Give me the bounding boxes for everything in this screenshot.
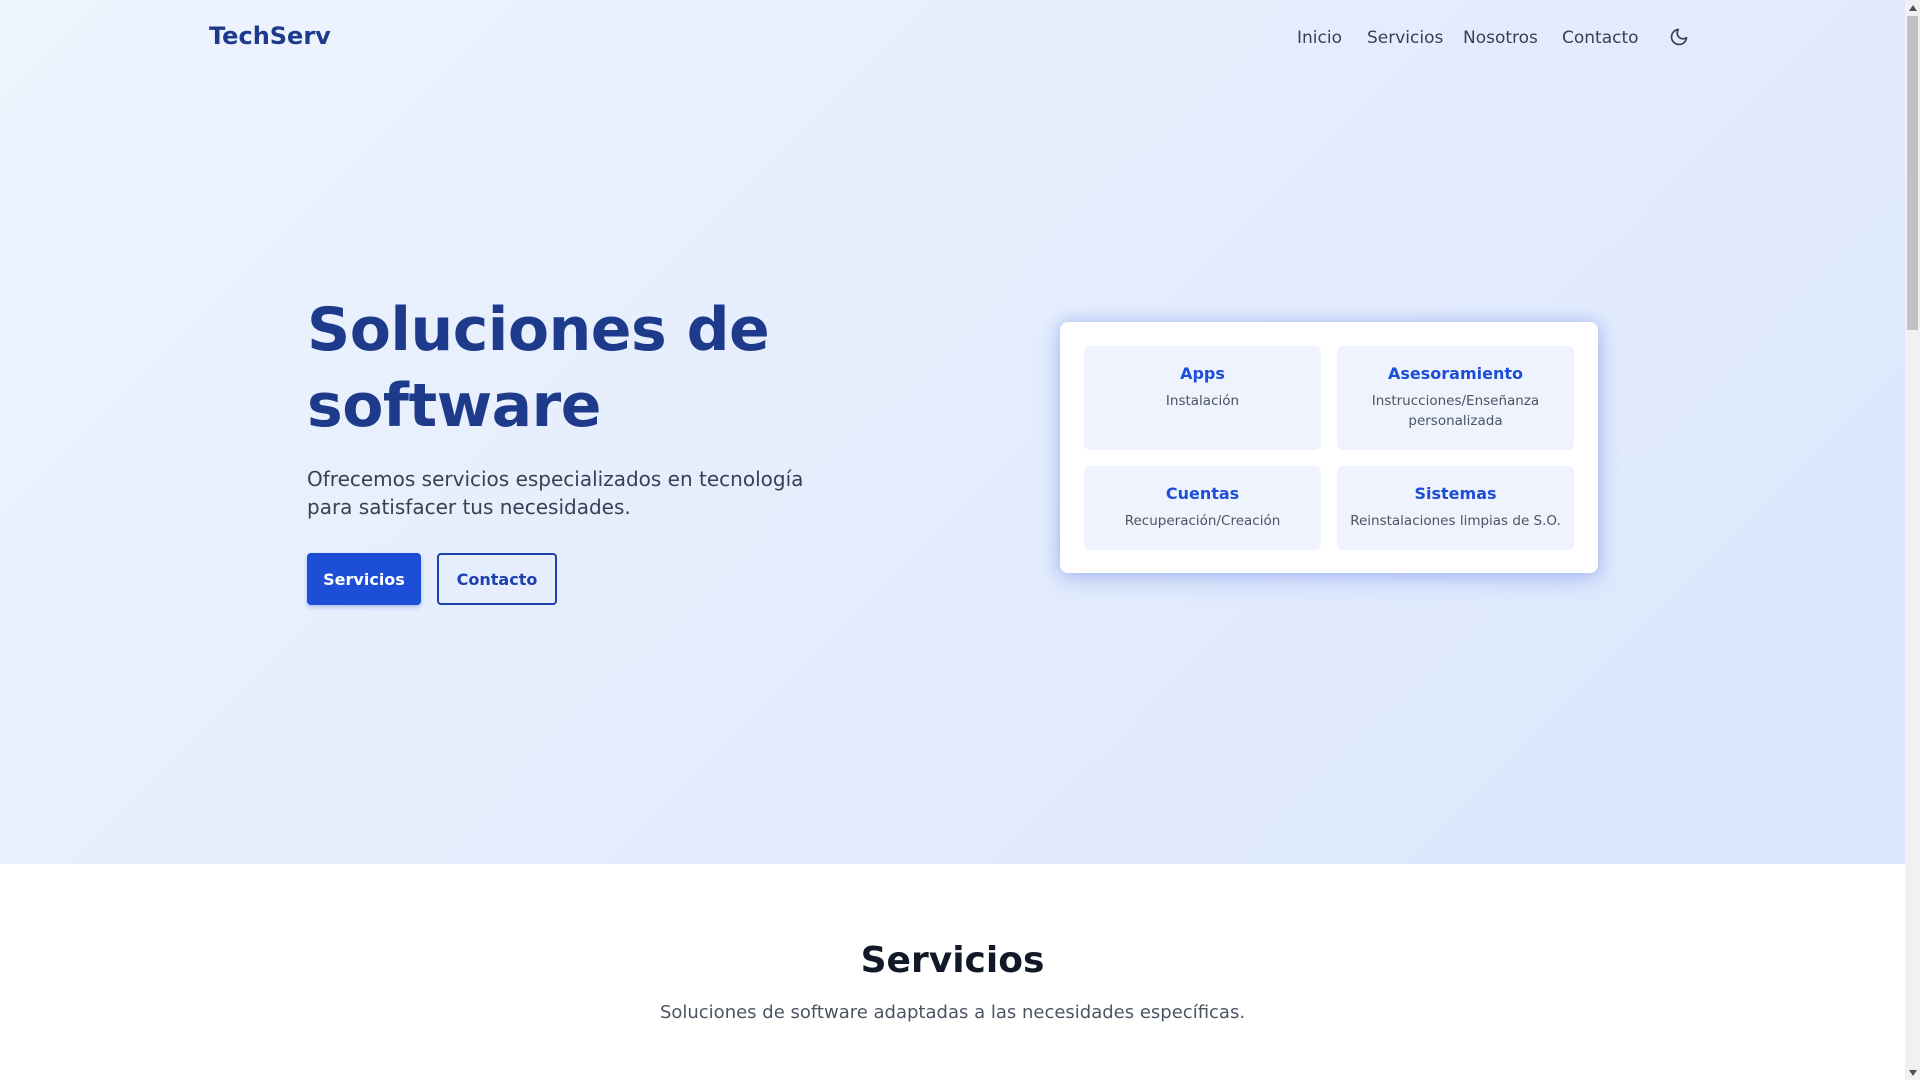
hero-title-line1: Soluciones de: [307, 295, 770, 365]
feature-tile-sistemas: Sistemas Reinstalaciones limpias de S.O.: [1337, 466, 1574, 550]
moon-icon: [1670, 28, 1688, 46]
scroll-down-arrow-icon[interactable]: [1905, 1065, 1920, 1080]
scrollbar-thumb[interactable]: [1907, 16, 1918, 330]
feature-tile-desc: Reinstalaciones limpias de S.O.: [1350, 513, 1561, 529]
theme-toggle-button[interactable]: [1667, 25, 1691, 49]
feature-tile-desc: Recuperación/Creación: [1124, 513, 1281, 529]
feature-tile-title: Sistemas: [1414, 484, 1497, 503]
main-nav: Inicio Servicios Nosotros Contacto: [0, 28, 1905, 52]
services-section-title: Servicios: [860, 940, 1045, 981]
hero-section: [0, 0, 1905, 864]
feature-tile-title: Asesoramiento: [1388, 364, 1523, 383]
feature-tile-desc: Instrucciones/Enseñanza personalizada: [1371, 393, 1540, 429]
feature-tile-asesoramiento: Asesoramiento Instrucciones/Enseñanza pe…: [1337, 346, 1574, 450]
page-viewport: TechServ Inicio Servicios Nosotros Conta…: [0, 0, 1905, 1080]
hero-subtitle: Ofrecemos servicios especializados en te…: [307, 467, 804, 519]
nav-link-inicio[interactable]: Inicio: [1297, 28, 1342, 48]
feature-card: Apps Instalación Asesoramiento Instrucci…: [1060, 322, 1598, 573]
nav-link-servicios[interactable]: Servicios: [1367, 28, 1443, 48]
feature-tile-cuentas: Cuentas Recuperación/Creación: [1084, 466, 1321, 550]
services-section-subtitle: Soluciones de software adaptadas a las n…: [659, 1002, 1246, 1023]
contact-button[interactable]: Contacto: [437, 553, 557, 605]
nav-link-nosotros[interactable]: Nosotros: [1463, 28, 1538, 48]
nav-link-contacto[interactable]: Contacto: [1562, 28, 1639, 48]
feature-tile-apps: Apps Instalación: [1084, 346, 1321, 450]
feature-tile-desc: Instalación: [1165, 393, 1240, 409]
services-button[interactable]: Servicios: [307, 553, 421, 605]
vertical-scrollbar[interactable]: [1905, 0, 1920, 1080]
hero-title: Soluciones de software: [307, 292, 907, 444]
feature-tile-title: Cuentas: [1165, 484, 1240, 503]
hero-title-line2: software: [307, 371, 601, 441]
feature-tile-title: Apps: [1180, 364, 1225, 383]
scroll-up-arrow-icon[interactable]: [1905, 0, 1920, 15]
site-header: TechServ Inicio Servicios Nosotros Conta…: [0, 0, 1905, 76]
